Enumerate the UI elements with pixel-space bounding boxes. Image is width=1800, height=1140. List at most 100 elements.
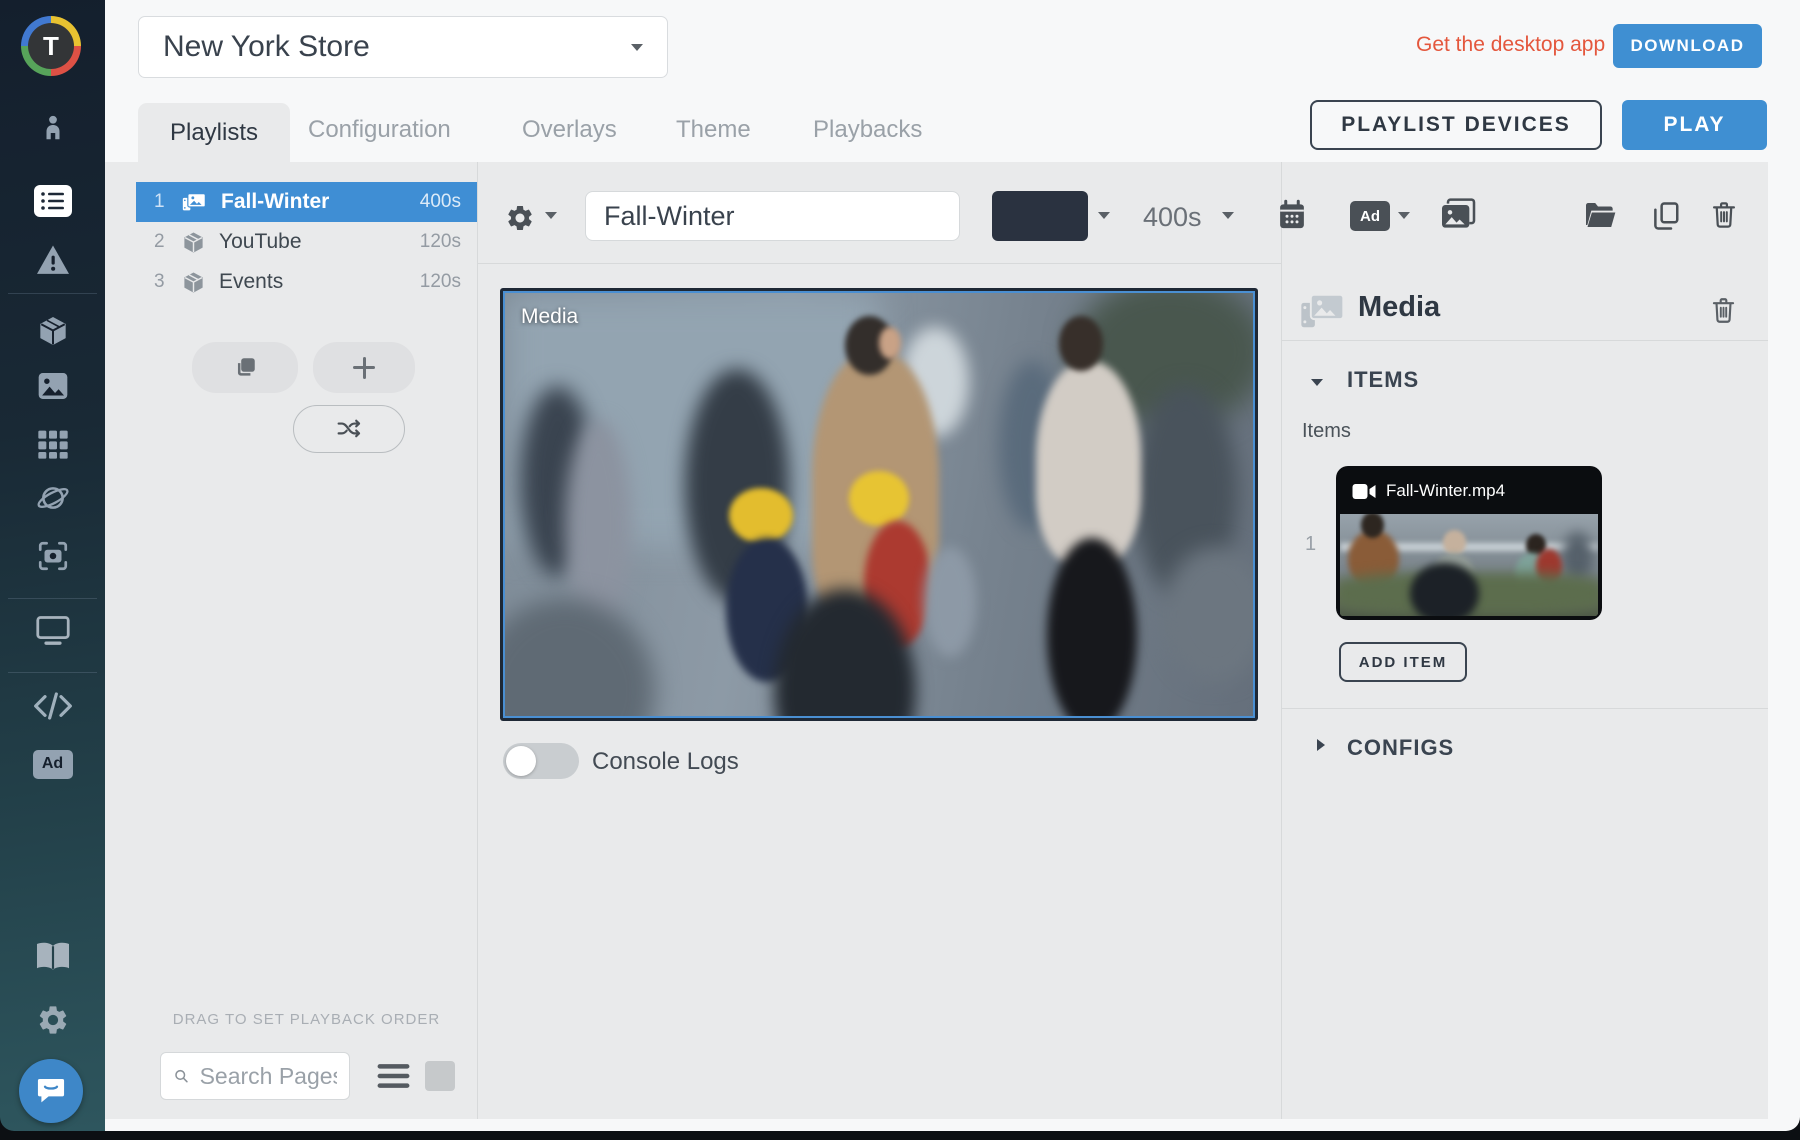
play-button[interactable]: PLAY	[1622, 100, 1767, 150]
image-icon	[36, 371, 70, 401]
planet-icon	[35, 481, 71, 515]
media-type-icon	[1300, 292, 1346, 335]
panel-divider	[477, 162, 478, 1119]
sidebar-item-user[interactable]	[0, 110, 105, 146]
capture-camera-icon	[36, 539, 70, 573]
schedule-button[interactable]	[1277, 199, 1307, 236]
sidebar-item-apps[interactable]	[0, 314, 105, 348]
console-logs-toggle[interactable]	[503, 743, 579, 779]
sidebar-item-screenshots[interactable]	[0, 539, 105, 573]
add-playlist-button[interactable]	[313, 342, 415, 393]
search-input[interactable]	[198, 1062, 339, 1091]
duration-caret-icon[interactable]	[1222, 212, 1234, 219]
thumbnail-title-bar: Fall-Winter.mp4	[1338, 468, 1600, 514]
toolbar-divider	[478, 263, 1281, 264]
hamburger-icon	[377, 1062, 410, 1090]
open-folder-button[interactable]	[1584, 201, 1616, 234]
ads-caret-icon[interactable]	[1398, 212, 1410, 219]
chevron-right-icon	[1317, 739, 1325, 751]
support-chat-button[interactable]	[19, 1059, 83, 1123]
brand-logo-letter: T	[28, 23, 74, 69]
media-item-thumbnail[interactable]: Fall-Winter.mp4	[1338, 468, 1600, 618]
trash-icon	[1710, 199, 1738, 231]
user-icon	[38, 112, 68, 144]
tab-theme[interactable]: Theme	[676, 116, 751, 144]
sidebar-item-templates[interactable]	[0, 428, 105, 460]
download-button[interactable]: DOWNLOAD	[1613, 24, 1762, 68]
shuffle-icon	[335, 417, 363, 441]
items-section-toggle[interactable]	[1311, 373, 1323, 391]
duration-dropdown[interactable]: 400s	[1143, 202, 1202, 233]
duplicate-icon	[232, 355, 258, 381]
tab-overlays[interactable]: Overlays	[522, 116, 617, 144]
shuffle-button[interactable]	[293, 405, 405, 453]
book-icon	[34, 939, 72, 973]
sidebar-item-ads[interactable]: Ad	[0, 749, 105, 779]
playlist-row-youtube[interactable]: 2 YouTube 120s	[136, 222, 477, 262]
photo-shape-yellow-hat	[729, 488, 793, 543]
cube-icon	[182, 231, 205, 254]
playlist-row-events[interactable]: 3 Events 120s	[136, 262, 477, 302]
playlist-row-duration: 120s	[420, 271, 477, 293]
add-item-button[interactable]: ADD ITEM	[1339, 642, 1467, 682]
playlist-row-fall-winter[interactable]: 1 Fall-Winter 400s	[136, 182, 477, 222]
drag-hint-text: DRAG TO SET PLAYBACK ORDER	[136, 1011, 477, 1028]
sidebar-item-webpages[interactable]	[0, 481, 105, 515]
search-icon	[173, 1066, 190, 1086]
sidebar-item-media-library[interactable]	[0, 370, 105, 402]
ads-dropdown[interactable]: Ad	[1350, 201, 1390, 231]
item-index: 1	[1305, 533, 1316, 556]
playlist-row-name: YouTube	[219, 230, 420, 254]
playlist-row-index: 3	[136, 271, 182, 293]
plus-icon-bar	[363, 357, 366, 379]
desktop-app-link[interactable]: Get the desktop app	[1416, 33, 1605, 57]
chat-bubble-icon	[35, 1076, 67, 1106]
playlist-preview[interactable]: Media	[500, 288, 1258, 721]
brand-logo[interactable]: T	[21, 16, 81, 76]
playlist-devices-button[interactable]: PLAYLIST DEVICES	[1310, 100, 1602, 150]
playlist-row-duration: 120s	[420, 231, 477, 253]
app-window: T	[0, 0, 1800, 1140]
playlists-icon	[34, 185, 72, 217]
preview-photo: Media	[503, 291, 1255, 718]
playlist-name-input[interactable]	[585, 191, 960, 241]
playlist-settings-menu[interactable]	[505, 203, 535, 238]
sidebar-item-devices[interactable]	[0, 612, 105, 648]
media-gallery-button[interactable]	[1440, 198, 1476, 237]
toggle-knob	[506, 746, 536, 776]
playlist-row-index: 2	[136, 231, 182, 253]
photo-shape	[924, 547, 976, 657]
chevron-down-icon	[1311, 379, 1323, 386]
tab-playlists[interactable]: Playlists	[138, 103, 290, 162]
photo-shape-bald-head	[1443, 530, 1466, 554]
grid-view-toggle[interactable]	[425, 1061, 455, 1091]
photo-shape	[503, 598, 655, 718]
swatch-caret-icon[interactable]	[1098, 212, 1110, 219]
tab-configuration[interactable]: Configuration	[308, 116, 451, 144]
items-field-label: Items	[1302, 420, 1351, 443]
store-selector[interactable]: New York Store	[138, 16, 668, 78]
list-view-toggle[interactable]	[377, 1062, 410, 1095]
copy-playlist-button[interactable]	[1651, 200, 1681, 237]
duplicate-playlist-button[interactable]	[192, 342, 298, 393]
sidebar-divider	[8, 598, 97, 599]
sidebar-item-alerts[interactable]	[0, 243, 105, 277]
delete-page-button[interactable]	[1710, 295, 1737, 331]
sidebar-item-settings[interactable]	[0, 1003, 105, 1037]
settings-caret-icon[interactable]	[545, 212, 557, 219]
background-color-swatch[interactable]	[992, 191, 1088, 241]
grid-icon	[37, 429, 69, 459]
sidebar: T	[0, 0, 105, 1131]
playlist-search[interactable]	[160, 1052, 350, 1100]
configs-section-header: CONFIGS	[1347, 735, 1454, 761]
configs-section-toggle[interactable]	[1317, 738, 1325, 756]
sidebar-item-developer[interactable]	[0, 690, 105, 722]
sidebar-item-playlists-active[interactable]	[0, 185, 105, 217]
sidebar-item-documentation[interactable]	[0, 938, 105, 974]
playlist-row-index: 1	[136, 191, 182, 213]
gear-icon	[36, 1003, 70, 1037]
folder-icon	[1584, 201, 1616, 229]
delete-playlist-button[interactable]	[1710, 199, 1738, 236]
panel-divider	[1281, 162, 1282, 1119]
tab-playbacks[interactable]: Playbacks	[813, 116, 922, 144]
